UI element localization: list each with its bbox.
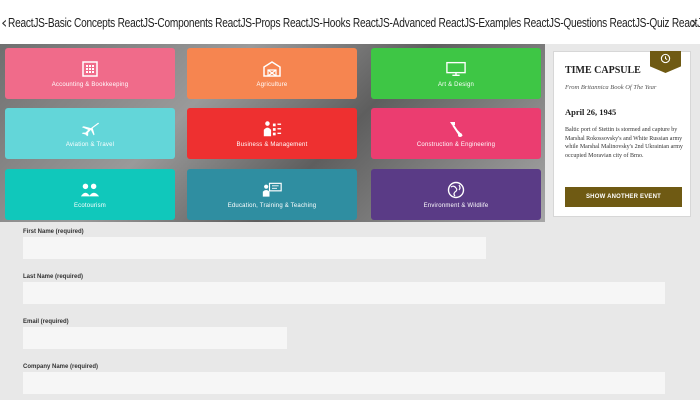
clock-rewind-icon <box>660 51 671 69</box>
tile-label: Construction & Engineering <box>416 141 496 148</box>
ticker-text[interactable]: ReactJS-Basic Concepts ReactJS-Component… <box>8 15 700 30</box>
tile-ecotourism[interactable]: Ecotourism <box>5 169 175 220</box>
last-name-field[interactable] <box>23 282 665 304</box>
event-description: Baltic port of Stettin is stormed and ca… <box>565 127 683 159</box>
tile-label: Agriculture <box>256 81 288 88</box>
tile-art-design[interactable]: Art & Design <box>371 48 541 99</box>
time-capsule-title: TIME CAPSULE <box>565 65 641 76</box>
teacher-board-icon <box>262 181 282 199</box>
company-name-label: Company Name (required) <box>23 364 99 370</box>
calculator-icon <box>80 60 100 78</box>
monitor-icon <box>446 60 466 78</box>
time-capsule-widget: TIME CAPSULE From Britannica Book Of The… <box>553 51 691 217</box>
topic-ticker: ‹ ReactJS-Basic Concepts ReactJS-Compone… <box>0 0 700 44</box>
company-name-field[interactable] <box>23 372 665 394</box>
globe-icon <box>446 181 466 199</box>
crane-icon <box>446 120 466 138</box>
event-date: April 26, 1945 <box>565 107 617 117</box>
email-field[interactable] <box>23 327 287 349</box>
ticker-next-arrow[interactable]: › <box>690 13 698 32</box>
tile-label: Accounting & Bookkeeping <box>51 81 129 88</box>
tile-aviation[interactable]: Aviation & Travel <box>5 108 175 159</box>
tile-label: Business & Management <box>236 141 308 148</box>
tile-construction[interactable]: Construction & Engineering <box>371 108 541 159</box>
last-name-label: Last Name (required) <box>23 274 84 280</box>
tile-environment[interactable]: Environment & Wildlife <box>371 169 541 220</box>
airplane-icon <box>80 120 100 138</box>
time-capsule-subtitle: From Britannica Book Of The Year <box>565 84 657 91</box>
leaf-people-icon <box>80 181 100 199</box>
show-another-event-button[interactable]: SHOW ANOTHER EVENT <box>565 187 682 207</box>
tile-label: Aviation & Travel <box>65 141 115 148</box>
email-label: Email (required) <box>23 319 69 325</box>
category-grid: Accounting & Bookkeeping Agriculture Art… <box>0 44 545 222</box>
first-name-field[interactable] <box>23 237 486 259</box>
tile-label: Ecotourism <box>73 202 106 209</box>
tile-business[interactable]: Business & Management <box>187 108 357 159</box>
tile-agriculture[interactable]: Agriculture <box>187 48 357 99</box>
barn-icon <box>262 60 282 78</box>
tile-label: Environment & Wildlife <box>423 202 489 209</box>
tile-label: Education, Training & Teaching <box>227 202 317 209</box>
first-name-label: First Name (required) <box>23 229 84 235</box>
history-badge <box>650 51 681 73</box>
org-chart-icon <box>262 120 282 138</box>
tile-accounting[interactable]: Accounting & Bookkeeping <box>5 48 175 99</box>
tile-label: Art & Design <box>437 81 475 88</box>
tile-education[interactable]: Education, Training & Teaching <box>187 169 357 220</box>
